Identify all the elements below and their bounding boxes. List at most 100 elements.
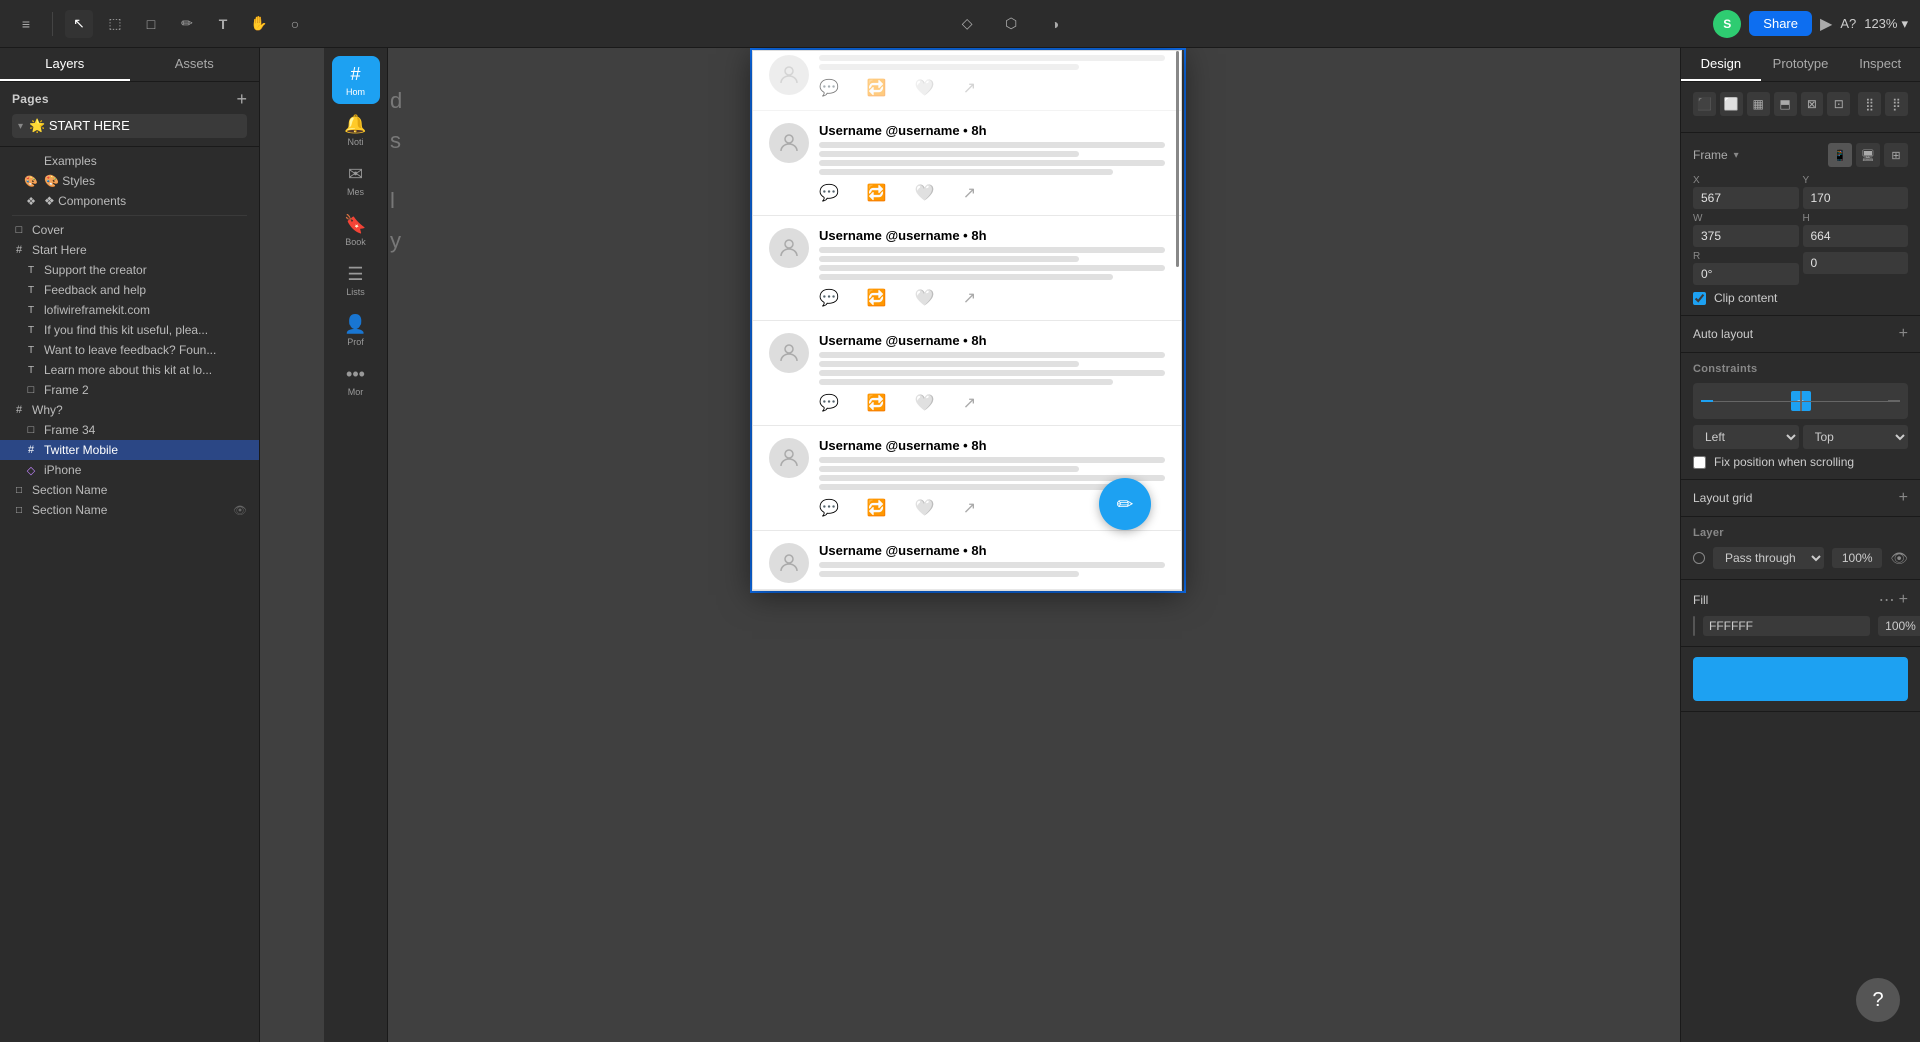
h-input[interactable] (1803, 225, 1909, 247)
share-action-icon[interactable]: ↗ (963, 498, 976, 518)
layer-item-styles[interactable]: 🎨 🎨 Styles (0, 171, 259, 191)
layer-item-feedback[interactable]: T Feedback and help (0, 280, 259, 300)
aa-icon[interactable]: A? (1840, 16, 1856, 31)
align-left-button[interactable]: ⬛ (1693, 92, 1716, 116)
fab-compose-button[interactable]: ✏ (1099, 478, 1151, 530)
retweet-action-icon[interactable]: 🔁 (867, 498, 887, 518)
layer-item-start-here[interactable]: # Start Here (0, 240, 259, 260)
comment-action-icon[interactable]: 💬 (819, 393, 839, 413)
like-action-icon[interactable]: 🤍 (915, 498, 935, 518)
share-action-icon[interactable]: ↗ (963, 393, 976, 413)
tab-inspect[interactable]: Inspect (1840, 48, 1920, 81)
play-button[interactable]: ▶ (1820, 14, 1832, 34)
retweet-action-icon[interactable]: 🔁 (867, 78, 887, 98)
y-input[interactable] (1803, 187, 1909, 209)
fill-more-button[interactable]: ⋯ (1879, 590, 1895, 610)
like-action-icon[interactable]: 🤍 (915, 393, 935, 413)
frame-dropdown-icon[interactable]: ▾ (1734, 150, 1739, 161)
comment-action-icon[interactable]: 💬 (819, 183, 839, 203)
components-icon[interactable]: ⬡ (997, 10, 1025, 38)
like-action-icon[interactable]: 🤍 (915, 183, 935, 203)
layer-item-section1[interactable]: □ Section Name (0, 480, 259, 500)
distribute-v-button[interactable]: ⡿ (1885, 92, 1908, 116)
share-action-icon[interactable]: ↗ (963, 183, 976, 203)
layer-item-learn[interactable]: T Learn more about this kit at lo... (0, 360, 259, 380)
select-tool-button[interactable]: ↖ (65, 10, 93, 38)
frame-mobile-button[interactable]: 📱 (1828, 143, 1852, 167)
layer-item-cover[interactable]: □ Cover (0, 220, 259, 240)
page-item-start-here[interactable]: ▾ 🌟 START HERE (12, 114, 247, 138)
retweet-action-icon[interactable]: 🔁 (867, 183, 887, 203)
fill-opacity-input[interactable] (1878, 616, 1920, 636)
frame-expand-button[interactable]: ⊞ (1884, 143, 1908, 167)
layer-item-support[interactable]: T Support the creator (0, 260, 259, 280)
add-auto-layout-button[interactable]: + (1899, 326, 1908, 342)
help-fab-button[interactable]: ? (1856, 978, 1900, 1022)
pen-tool-button[interactable]: ✏ (173, 10, 201, 38)
tab-prototype[interactable]: Prototype (1761, 48, 1841, 81)
hand-tool-button[interactable]: ✋ (245, 10, 273, 38)
layer-item-why[interactable]: # Why? (0, 400, 259, 420)
visibility-toggle-button[interactable]: 👁 (1890, 550, 1908, 567)
w-input[interactable] (1693, 225, 1799, 247)
tab-assets[interactable]: Assets (130, 48, 260, 81)
frame-desktop-button[interactable]: 🖥 (1856, 143, 1880, 167)
constraint-v-select[interactable]: TopBottomCenterScaleStretch (1803, 425, 1909, 449)
nav-profile-item[interactable]: 👤 Prof (332, 306, 380, 354)
comment-action-icon[interactable]: 💬 (819, 78, 839, 98)
frame-tool-button[interactable]: ⬚ (101, 10, 129, 38)
like-action-icon[interactable]: 🤍 (915, 78, 935, 98)
layer-item-frame34[interactable]: □ Frame 34 (0, 420, 259, 440)
layer-item-components[interactable]: ❖ ❖ Components (0, 191, 259, 211)
menu-icon[interactable]: ≡ (12, 10, 40, 38)
nav-lists-item[interactable]: ☰ Lists (332, 256, 380, 304)
nav-messages-item[interactable]: ✉ Mes (332, 156, 380, 204)
comment-tool-button[interactable]: ○ (281, 10, 309, 38)
layer-item-twitter[interactable]: # Twitter Mobile (0, 440, 259, 460)
constraint-h-select[interactable]: LeftRightCenterScaleStretch (1693, 425, 1799, 449)
blend-mode-select[interactable]: Pass through Normal Multiply Screen (1713, 547, 1824, 569)
layer-item-iphone[interactable]: ◇ iPhone (0, 460, 259, 480)
eye-icon[interactable]: 👁 (233, 504, 247, 517)
tab-layers[interactable]: Layers (0, 48, 130, 81)
clip-num-input[interactable] (1803, 252, 1909, 274)
layer-item-lofi[interactable]: T lofiwireframekit.com (0, 300, 259, 320)
r-input[interactable] (1693, 263, 1799, 285)
align-center-h-button[interactable]: ⬜ (1720, 92, 1743, 116)
layer-item-section2[interactable]: □ Section Name 👁 (0, 500, 259, 520)
comment-action-icon[interactable]: 💬 (819, 288, 839, 308)
opacity-input[interactable] (1832, 548, 1882, 568)
text-tool-button[interactable]: T (209, 10, 237, 38)
shape-tool-button[interactable]: □ (137, 10, 165, 38)
add-fill-button[interactable]: + (1899, 592, 1908, 608)
layer-item-examples[interactable]: Examples (0, 151, 259, 171)
contrast-icon[interactable]: ◑ (1041, 10, 1069, 38)
layer-item-frame2[interactable]: □ Frame 2 (0, 380, 259, 400)
share-action-icon[interactable]: ↗ (963, 288, 976, 308)
align-center-v-button[interactable]: ⊠ (1801, 92, 1824, 116)
fill-hex-input[interactable] (1703, 616, 1870, 636)
distribute-h-button[interactable]: ⣿ (1858, 92, 1881, 116)
share-button[interactable]: Share (1749, 11, 1812, 36)
nav-notifications-item[interactable]: 🔔 Noti (332, 106, 380, 154)
fix-scroll-checkbox[interactable] (1693, 456, 1706, 469)
comment-action-icon[interactable]: 💬 (819, 498, 839, 518)
share-action-icon[interactable]: ↗ (963, 78, 976, 98)
fill-color-swatch[interactable] (1693, 616, 1695, 636)
align-right-button[interactable]: ▦ (1747, 92, 1770, 116)
add-page-button[interactable]: + (236, 90, 247, 108)
nav-home-item[interactable]: # Hom (332, 56, 380, 104)
align-top-button[interactable]: ⬒ (1774, 92, 1797, 116)
layer-item-feedback2[interactable]: T Want to leave feedback? Foun... (0, 340, 259, 360)
layer-item-find[interactable]: T If you find this kit useful, plea... (0, 320, 259, 340)
add-layout-grid-button[interactable]: + (1899, 490, 1908, 506)
retweet-action-icon[interactable]: 🔁 (867, 393, 887, 413)
like-action-icon[interactable]: 🤍 (915, 288, 935, 308)
pen-center-icon[interactable]: ◇ (953, 10, 981, 38)
align-bottom-button[interactable]: ⊡ (1827, 92, 1850, 116)
x-input[interactable] (1693, 187, 1799, 209)
tab-design[interactable]: Design (1681, 48, 1761, 81)
clip-content-checkbox[interactable] (1693, 292, 1706, 305)
nav-more-item[interactable]: ••• Mor (332, 356, 380, 404)
nav-bookmarks-item[interactable]: 🔖 Book (332, 206, 380, 254)
